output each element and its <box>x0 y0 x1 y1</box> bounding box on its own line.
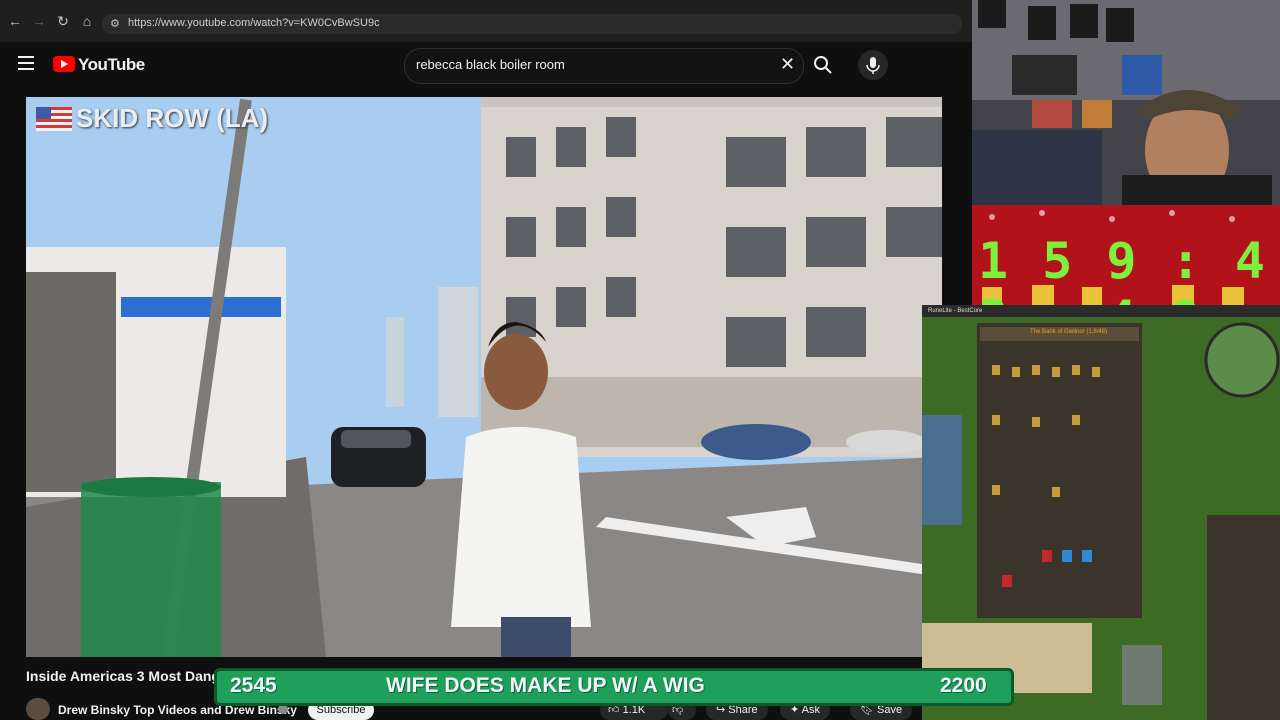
home-icon[interactable]: ⌂ <box>78 12 96 30</box>
game-window-title: RuneLite - BestCore <box>928 308 983 314</box>
webcam-feed <box>972 0 1280 205</box>
channel-avatar[interactable] <box>26 698 50 720</box>
forward-arrow-icon[interactable]: → <box>30 12 48 30</box>
url-text: https://www.youtube.com/watch?v=KW0CvBwS… <box>128 17 380 29</box>
video-frame <box>26 97 942 657</box>
video-player[interactable] <box>26 97 942 657</box>
clear-search-icon[interactable]: ✕ <box>780 54 795 75</box>
search-query: rebecca black boiler room <box>416 57 565 72</box>
banner-right-count: 2200 <box>940 674 987 697</box>
menu-icon[interactable] <box>18 56 34 70</box>
voice-search-button[interactable] <box>858 50 888 80</box>
search-button[interactable] <box>808 50 838 80</box>
webcam-panel <box>972 0 1280 205</box>
reload-icon[interactable]: ↻ <box>54 12 72 30</box>
video-title: Inside Americas 3 Most Dang <box>26 668 220 684</box>
banner-message: WIFE DOES MAKE UP W/ A WIG <box>386 674 705 697</box>
youtube-logo-icon[interactable] <box>53 56 75 72</box>
video-overlay-title: SKID ROW (LA) <box>76 103 269 133</box>
youtube-logo-text[interactable]: YouTube <box>78 55 145 75</box>
us-flag-icon <box>36 107 72 131</box>
game-window[interactable] <box>922 305 1280 720</box>
site-info-icon[interactable]: ⚙ <box>110 17 120 30</box>
back-arrow-icon[interactable]: ← <box>6 12 24 30</box>
banner-left-count: 2545 <box>230 674 277 697</box>
search-icon <box>814 56 832 74</box>
microphone-icon <box>866 57 880 74</box>
game-screen <box>922 305 1280 720</box>
bank-title: The Bank of Gielinor (1,8/48) <box>1030 329 1108 335</box>
